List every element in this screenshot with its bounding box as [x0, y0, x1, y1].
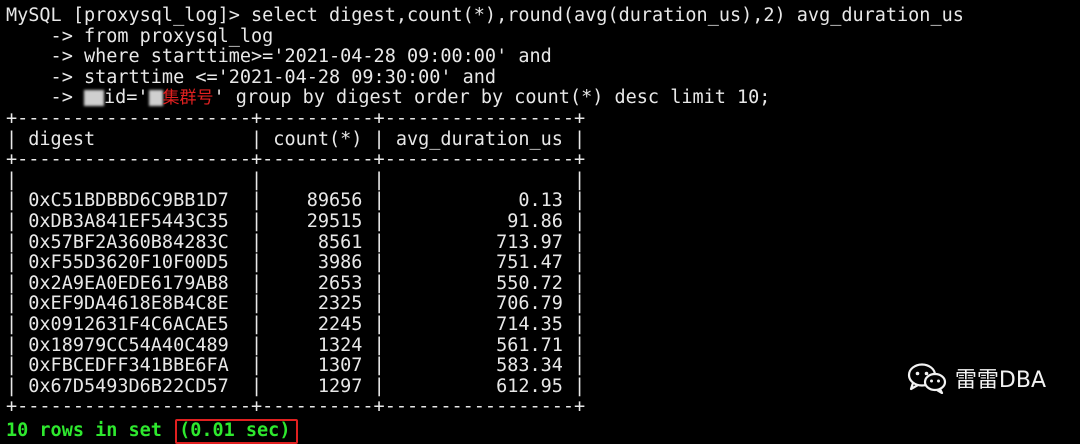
query-line-5-prefix: ->: [6, 87, 84, 109]
table-row: | 0xDB3A841EF5443C35 | 29515 | 91.86 |: [6, 210, 586, 232]
table-row: | 0xC51BDBBD6C9BB1D7 | 89656 | 0.13 |: [6, 190, 586, 212]
table-row: | 0x18979CC54A40C489 | 1324 | 561.71 |: [6, 334, 586, 356]
cell-count: 3986: [317, 252, 363, 274]
cell-digest: 0x0912631F4C6ACAE5: [28, 313, 229, 335]
cell-digest: 0xF55D3620F10F00D5: [28, 252, 229, 274]
redacted-block: [83, 90, 104, 107]
cell-digest: 0x18979CC54A40C489: [28, 334, 229, 356]
cell-avg-duration: 751.47: [496, 252, 563, 274]
result-summary: 10 rows in set (0.01 sec): [6, 418, 1080, 444]
cell-count: 2653: [317, 272, 363, 294]
query-time-highlight: (0.01 sec): [175, 418, 299, 444]
table-border-mid: +---------------------+----------+------…: [6, 149, 586, 171]
cell-avg-duration: 550.72: [496, 272, 563, 294]
cell-count: 2245: [317, 313, 363, 335]
cell-count: 1307: [317, 355, 363, 377]
query-line-4: -> starttime <='2021-04-28 09:30:00' and: [6, 66, 497, 88]
redacted-value: [148, 90, 163, 107]
cell-avg-duration: 0.13: [518, 190, 563, 212]
cell-avg-duration: 713.97: [496, 231, 563, 253]
cell-digest: 0xEF9DA4618E8B4C8E: [28, 293, 229, 315]
cell-count: 29515: [306, 210, 363, 232]
cell-digest: 0xC51BDBBD6C9BB1D7: [28, 190, 229, 212]
table-header-row: | digest | count(*) | avg_duration_us |: [6, 128, 586, 150]
cell-count: 2325: [317, 293, 363, 315]
cell-avg-duration: 91.86: [507, 210, 563, 232]
wechat-icon: [907, 363, 947, 394]
query-line-1: MySQL [proxysql_log]> select digest,coun…: [6, 5, 964, 26]
redaction-label: 集群号: [162, 88, 214, 109]
cell-count: 1324: [317, 334, 363, 356]
table-row: | 0x0912631F4C6ACAE5 | 2245 | 714.35 |: [6, 313, 586, 335]
watermark: 雷雷DBA: [907, 362, 1046, 394]
cell-digest: 0x57BF2A360B84283C: [28, 231, 229, 253]
cell-avg-duration: 561.71: [496, 334, 563, 356]
table-row: | 0x2A9EA0EDE6179AB8 | 2653 | 550.72 |: [6, 272, 586, 294]
table-spacer-row: | | | |: [6, 169, 586, 191]
rows-in-set-text: 10 rows in set: [6, 419, 174, 441]
table-row: | 0x57BF2A360B84283C | 8561 | 713.97 |: [6, 231, 586, 253]
cell-avg-duration: 583.34: [496, 355, 563, 377]
query-line-2: -> from proxysql_log: [6, 25, 274, 47]
cell-avg-duration: 612.95: [496, 375, 563, 397]
cell-digest: 0xDB3A841EF5443C35: [28, 210, 229, 232]
table-border-top: +---------------------+----------+------…: [6, 107, 586, 129]
cell-avg-duration: 714.35: [496, 313, 563, 335]
cell-digest: 0x67D5493D6B22CD57: [28, 375, 229, 397]
table-border-bottom: +---------------------+----------+------…: [6, 396, 586, 418]
watermark-label: 雷雷DBA: [954, 368, 1046, 393]
cell-count: 89656: [306, 190, 363, 212]
table-row: | 0xEF9DA4618E8B4C8E | 2325 | 706.79 |: [6, 293, 586, 315]
query-line-3: -> where starttime>='2021-04-28 09:00:00…: [6, 46, 552, 68]
query-line-5-suffix: group by digest order by count(*) desc l…: [224, 87, 771, 109]
cell-digest: 0xFBCEDFF341BBE6FA: [28, 355, 229, 377]
table-row: | 0xF55D3620F10F00D5 | 3986 | 751.47 |: [6, 252, 586, 274]
cell-avg-duration: 706.79: [496, 293, 563, 315]
query-line-5: -> id=' 集群号' group by digest order by cou…: [6, 87, 771, 109]
cell-digest: 0x2A9EA0EDE6179AB8: [28, 272, 229, 294]
cell-count: 8561: [317, 231, 363, 253]
cell-count: 1297: [317, 375, 363, 397]
